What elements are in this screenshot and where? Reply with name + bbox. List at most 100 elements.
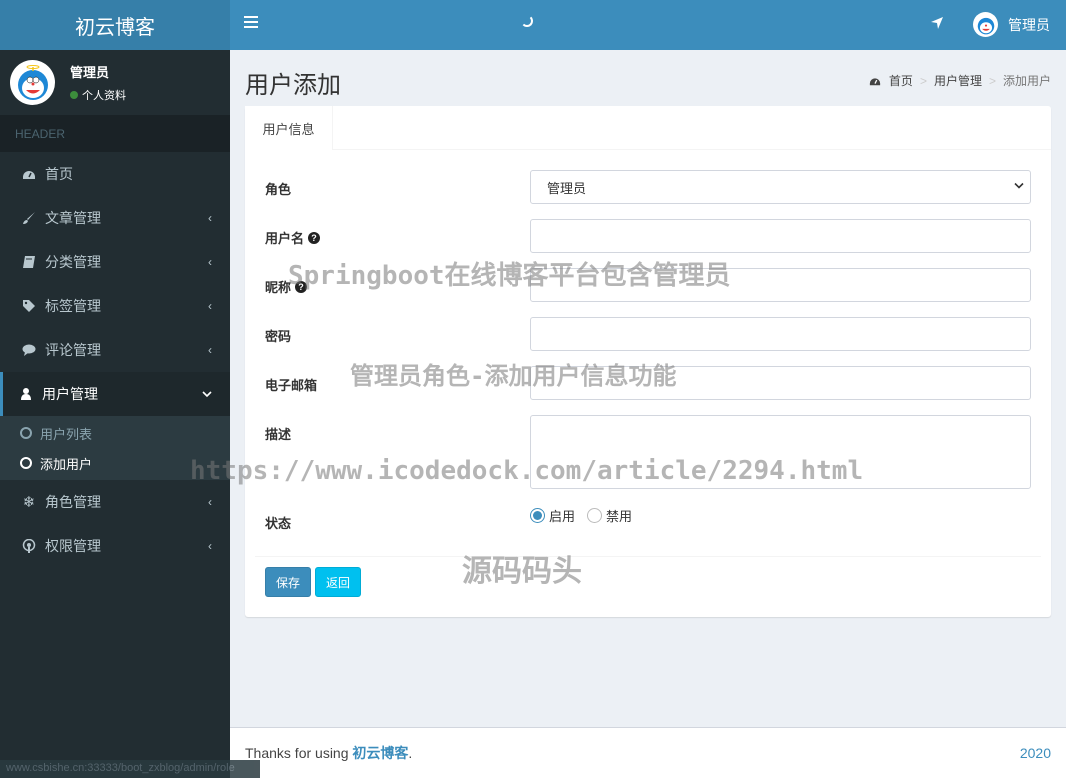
footer-year: 2020 [1019,745,1051,761]
doraemon-avatar-icon [17,64,48,100]
sidebar-item-categories[interactable]: 分类管理 ‹ [0,240,230,284]
top-navbar: 管理员 [230,0,1066,50]
breadcrumb-home[interactable]: 首页 [889,72,913,89]
user-name: 管理员 [70,65,110,80]
form-divider [255,556,1041,557]
user-form-box: 用户信息 角色 管理员 用户名 ? 昵称 ? 密码 电子邮箱 描述 状态 启用 … [245,106,1051,617]
chevron-left-icon: ‹ [208,495,212,509]
status-label: 状态 [265,516,292,531]
chevron-left-icon: ‹ [208,299,212,313]
sidebar-item-label: 用户管理 [42,386,98,402]
sidebar-item-comments[interactable]: 评论管理 ‹ [0,328,230,372]
sidebar-item-label: 标签管理 [45,298,101,314]
nav-user-name: 管理员 [1008,16,1050,33]
user-panel: 管理员 个人资料 [0,50,230,115]
tabs: 用户信息 [245,106,1051,150]
location-arrow-icon[interactable] [930,16,946,32]
email-label: 电子邮箱 [265,378,318,393]
footer-text: Thanks for using 初云博客. [245,743,412,763]
user-status[interactable]: 个人资料 [70,87,126,103]
nickname-input[interactable] [530,268,1031,302]
book-icon [21,254,37,270]
chevron-down-icon [1014,182,1024,193]
dashboard-icon [869,77,881,85]
profile-link[interactable]: 个人资料 [82,87,126,103]
username-label-text: 用户名 [265,231,305,246]
status-enabled-label[interactable]: 启用 [549,506,575,525]
role-select-value: 管理员 [547,180,587,196]
sidebar-item-tags[interactable]: 标签管理 ‹ [0,284,230,328]
sidebar-item-roles[interactable]: ❄ 角色管理 ‹ [0,480,230,524]
avatar [10,60,55,105]
nickname-label-text: 昵称 [265,280,292,295]
logo[interactable]: 初云博客 [0,0,230,50]
sidebar-item-articles[interactable]: 文章管理 ‹ [0,196,230,240]
footer-suffix: . [408,745,413,761]
question-circle-icon[interactable]: ? [295,280,308,293]
content-wrapper: 用户添加 首页 > 用户管理 > 添加用户 用户信息 角色 管理员 用户名 ? [230,50,1066,726]
sidebar-item-permissions[interactable]: 权限管理 ‹ [0,524,230,568]
paint-brush-icon [21,210,37,226]
chevron-left-icon: ‹ [208,343,212,357]
sidebar: 初云博客 管理员 个人资料 HEADER 首页 文章管理 ‹ 分类管理 ‹ 标签… [0,0,260,778]
avatar [973,12,998,37]
breadcrumb-user-management[interactable]: 用户管理 [934,72,982,89]
question-circle-icon[interactable]: ? [308,231,321,244]
circle-o-icon [20,427,32,439]
breadcrumb: 首页 > 用户管理 > 添加用户 [869,72,1051,89]
chevron-left-icon: ‹ [208,211,212,225]
browser-status-url: www.csbishe.cn:33333/boot_zxblog/admin/r… [0,760,260,778]
loading-spinner-icon [521,15,533,27]
user-icon [18,386,34,402]
breadcrumb-separator: > [988,73,996,88]
status-enabled-radio[interactable] [530,508,545,523]
username-input[interactable] [530,219,1031,253]
tab-user-info[interactable]: 用户信息 [245,106,333,150]
sidebar-toggle-icon[interactable] [244,16,258,34]
chevron-left-icon: ‹ [208,539,212,553]
role-label: 角色 [265,182,292,197]
password-label: 密码 [265,329,292,344]
sidebar-subitem-label: 添加用户 [40,456,93,472]
sidebar-item-label: 权限管理 [45,538,101,554]
sidebar-item-label: 首页 [45,166,73,182]
chevron-down-icon [202,387,212,401]
breadcrumb-separator: > [919,73,927,88]
nickname-label: 昵称 ? [265,277,308,296]
menu-header: HEADER [0,115,230,152]
sidebar-item-home[interactable]: 首页 [0,152,230,196]
dashboard-icon [21,166,37,182]
save-button[interactable]: 保存 [265,567,311,597]
sidebar-item-users[interactable]: 用户管理 [0,372,230,416]
tag-icon [21,298,37,314]
status-disabled-radio[interactable] [587,508,603,523]
online-status-icon [70,91,78,99]
doraemon-avatar-icon [977,17,994,34]
email-input[interactable] [530,366,1031,400]
footer-link[interactable]: 初云博客 [352,745,408,761]
back-button[interactable]: 返回 [315,567,361,597]
description-label: 描述 [265,427,292,442]
page-title: 用户添加 [245,72,341,99]
sidebar-subitem-label: 用户列表 [40,426,93,442]
podcast-icon [21,538,37,554]
description-textarea[interactable] [530,415,1031,489]
sidebar-subitem-add-user[interactable]: 添加用户 [0,448,230,478]
role-select[interactable]: 管理员 [530,170,1031,204]
password-input[interactable] [530,317,1031,351]
sidebar-item-label: 文章管理 [45,210,101,226]
comment-icon [21,342,37,358]
breadcrumb-current: 添加用户 [1002,74,1051,88]
users-submenu: 用户列表 添加用户 [0,416,230,480]
username-label: 用户名 ? [265,228,321,247]
status-radio-group: 启用 禁用 [530,506,644,525]
chevron-left-icon: ‹ [208,255,212,269]
sidebar-item-label: 评论管理 [45,342,101,358]
user-menu[interactable]: 管理员 [973,12,1050,37]
sidebar-item-label: 分类管理 [45,254,101,270]
page-footer: Thanks for using 初云博客. 2020 [230,727,1066,778]
circle-o-icon [20,457,32,469]
status-disabled-label[interactable]: 禁用 [606,506,632,525]
sidebar-item-label: 角色管理 [45,494,101,510]
sidebar-subitem-user-list[interactable]: 用户列表 [0,418,230,448]
